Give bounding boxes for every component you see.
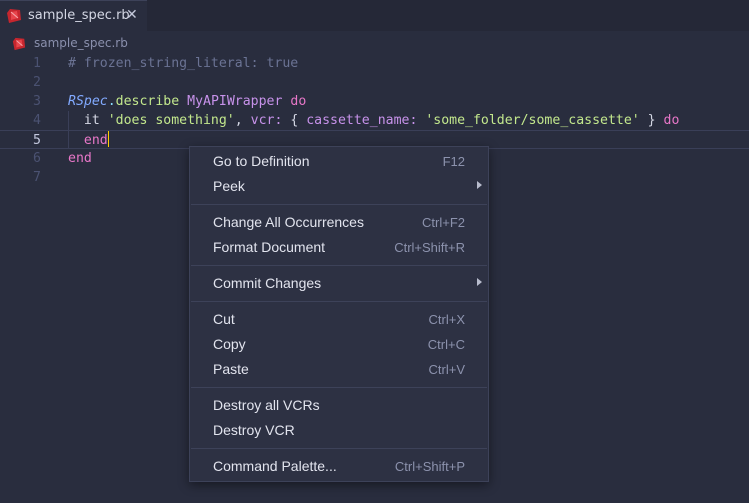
menu-item-label: Commit Changes bbox=[213, 275, 322, 291]
close-icon[interactable]: ✕ bbox=[126, 7, 138, 23]
menu-item-command-palette[interactable]: Command Palette... Ctrl+Shift+P bbox=[190, 454, 488, 479]
line-number: 4 bbox=[33, 113, 41, 128]
menu-separator bbox=[191, 301, 487, 302]
code-text: end bbox=[68, 149, 92, 168]
breadcrumb-file[interactable]: sample_spec.rb bbox=[34, 36, 128, 50]
ruby-file-icon bbox=[12, 36, 26, 55]
line-number: 2 bbox=[33, 75, 41, 90]
code-token: RSpec bbox=[68, 94, 108, 109]
menu-item-destroy-all-vcrs[interactable]: Destroy all VCRs bbox=[190, 393, 488, 418]
menu-item-label: Cut bbox=[213, 311, 235, 327]
ruby-file-icon bbox=[6, 8, 22, 28]
code-token: end bbox=[68, 151, 92, 166]
menu-item-peek[interactable]: Peek bbox=[190, 174, 488, 199]
code-token: vcr: bbox=[250, 113, 283, 128]
tab-sample-spec[interactable]: sample_spec.rb ✕ bbox=[0, 0, 147, 31]
code-token: it bbox=[68, 113, 108, 128]
code-line[interactable]: 1 # frozen_string_literal: true bbox=[0, 54, 749, 73]
menu-item-copy[interactable]: Copy Ctrl+C bbox=[190, 332, 488, 357]
code-token: # frozen_string_literal: true bbox=[68, 56, 299, 71]
menu-item-paste[interactable]: Paste Ctrl+V bbox=[190, 357, 488, 382]
menu-separator bbox=[191, 448, 487, 449]
menu-item-label: Format Document bbox=[213, 239, 326, 255]
line-number: 6 bbox=[33, 151, 41, 166]
menu-item-commit-changes[interactable]: Commit Changes bbox=[190, 271, 488, 296]
code-text: RSpec.describe MyAPIWrapper do bbox=[68, 92, 306, 111]
code-line[interactable]: 3 RSpec.describe MyAPIWrapper do bbox=[0, 92, 749, 111]
submenu-arrow-icon bbox=[477, 278, 482, 286]
menu-item-label: Peek bbox=[213, 178, 245, 194]
line-number: 1 bbox=[33, 56, 41, 71]
menu-separator bbox=[191, 204, 487, 205]
menu-item-go-to-definition[interactable]: Go to Definition F12 bbox=[190, 149, 488, 174]
menu-item-label: Paste bbox=[213, 361, 249, 377]
menu-item-shortcut: Ctrl+F2 bbox=[422, 215, 465, 230]
menu-item-shortcut: Ctrl+V bbox=[428, 362, 465, 377]
code-token: do bbox=[663, 113, 680, 128]
code-token: { bbox=[282, 113, 307, 128]
text-caret bbox=[107, 131, 109, 147]
code-token: MyAPIWrapper bbox=[187, 94, 283, 109]
breadcrumb: sample_spec.rb bbox=[0, 31, 749, 54]
menu-separator bbox=[191, 387, 487, 388]
menu-item-shortcut: Ctrl+C bbox=[427, 337, 465, 352]
menu-item-cut[interactable]: Cut Ctrl+X bbox=[190, 307, 488, 332]
menu-item-destroy-vcr[interactable]: Destroy VCR bbox=[190, 418, 488, 443]
menu-item-change-all-occurrences[interactable]: Change All Occurrences Ctrl+F2 bbox=[190, 210, 488, 235]
code-token: } bbox=[639, 113, 664, 128]
menu-separator bbox=[191, 265, 487, 266]
code-token: end bbox=[83, 133, 108, 148]
menu-item-label: Destroy VCR bbox=[213, 422, 295, 438]
line-number: 5 bbox=[33, 133, 41, 148]
code-text: it 'does something', vcr: { cassette_nam… bbox=[68, 111, 680, 130]
code-token: cassette_name: bbox=[306, 113, 418, 128]
menu-item-label: Destroy all VCRs bbox=[213, 397, 320, 413]
menu-item-label: Change All Occurrences bbox=[213, 214, 364, 230]
code-token: . bbox=[107, 94, 116, 109]
code-token: 'some_folder/some_cassette' bbox=[425, 113, 640, 128]
menu-item-label: Go to Definition bbox=[213, 153, 310, 169]
code-line[interactable]: 4 it 'does something', vcr: { cassette_n… bbox=[0, 111, 749, 130]
code-token: do bbox=[290, 94, 307, 109]
code-token: describe bbox=[115, 94, 180, 109]
menu-item-shortcut: Ctrl+Shift+P bbox=[394, 459, 465, 474]
editor-window: sample_spec.rb ✕ sample_spec.rb 1 # froze… bbox=[0, 0, 749, 503]
menu-item-shortcut: F12 bbox=[442, 154, 465, 169]
tab-label: sample_spec.rb bbox=[28, 8, 130, 23]
code-line[interactable]: 2 bbox=[0, 73, 749, 92]
context-menu: Go to Definition F12 Peek Change All Occurr… bbox=[189, 146, 489, 482]
submenu-arrow-icon bbox=[477, 181, 482, 189]
menu-item-shortcut: Ctrl+X bbox=[428, 312, 465, 327]
menu-item-label: Copy bbox=[213, 336, 246, 352]
line-number: 7 bbox=[33, 170, 41, 185]
code-token: 'does something' bbox=[107, 113, 235, 128]
tab-bar: sample_spec.rb ✕ bbox=[0, 0, 749, 31]
code-text: # frozen_string_literal: true bbox=[68, 54, 298, 73]
line-number: 3 bbox=[33, 94, 41, 109]
code-text: end bbox=[68, 131, 109, 150]
code-token: , bbox=[234, 113, 251, 128]
menu-item-label: Command Palette... bbox=[213, 458, 337, 474]
menu-item-shortcut: Ctrl+Shift+R bbox=[394, 240, 465, 255]
menu-item-format-document[interactable]: Format Document Ctrl+Shift+R bbox=[190, 235, 488, 260]
